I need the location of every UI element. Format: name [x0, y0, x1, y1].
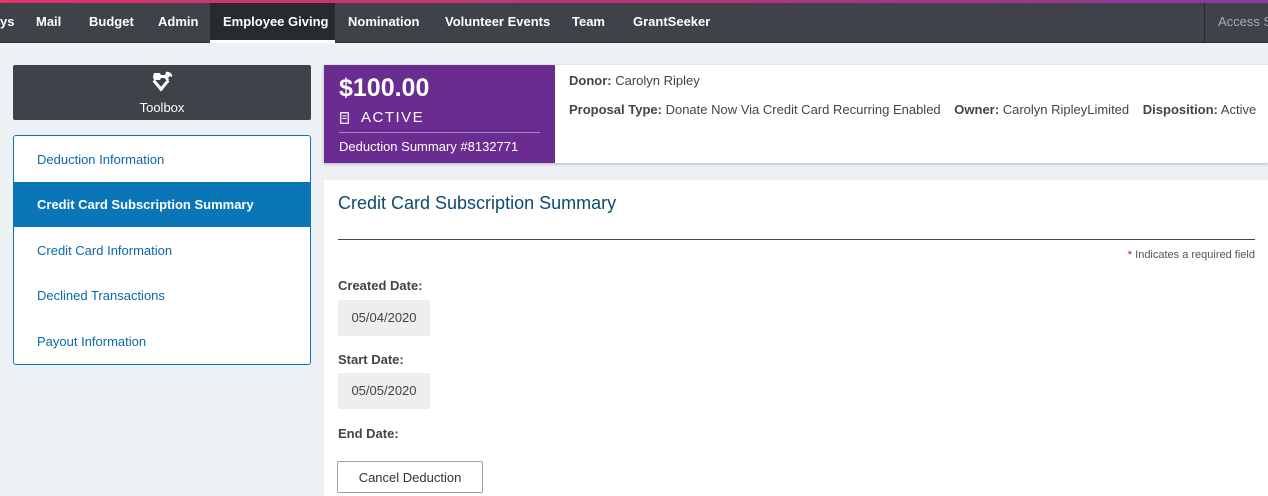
required-field-note: * Indicates a required field: [1128, 249, 1255, 261]
amount-divider: [339, 132, 540, 133]
start-date-label: Start Date:: [338, 352, 404, 367]
created-date-value: 05/04/2020: [338, 300, 430, 336]
side-navigation: Deduction Information Credit Card Subscr…: [13, 135, 311, 365]
proposal-info-line: Proposal Type: Donate Now Via Credit Car…: [569, 102, 1256, 117]
owner-value: Carolyn RipleyLimited: [1002, 102, 1130, 117]
side-item-credit-card-subscription-summary[interactable]: Credit Card Subscription Summary: [14, 182, 310, 227]
nav-item-grantseeker[interactable]: GrantSeeker: [620, 3, 723, 43]
donor-label: Donor:: [569, 73, 612, 88]
status-badge: ACTIVE: [361, 109, 425, 126]
side-item-credit-card-information[interactable]: Credit Card Information: [14, 228, 310, 273]
subscription-summary-panel: Credit Card Subscription Summary * Indic…: [324, 180, 1268, 496]
end-date-label: End Date:: [338, 426, 399, 441]
side-item-declined-transactions[interactable]: Declined Transactions: [14, 273, 310, 318]
cancel-deduction-button[interactable]: Cancel Deduction: [337, 461, 483, 493]
start-date-value: 05/05/2020: [338, 373, 430, 409]
side-item-deduction-information[interactable]: Deduction Information: [14, 137, 310, 182]
donor-value: Carolyn Ripley: [615, 73, 700, 88]
toolbox-label: Toolbox: [139, 100, 185, 115]
tools-icon: [152, 71, 173, 92]
nav-item-budget[interactable]: Budget: [76, 3, 147, 43]
nav-item-employee-giving[interactable]: Employee Giving: [210, 3, 335, 43]
top-navigation: ys Mail Budget Admin Employee Giving Nom…: [0, 3, 1268, 43]
required-star: *: [1127, 249, 1133, 261]
donor-line: Donor: Carolyn Ripley: [569, 73, 700, 88]
side-item-payout-information[interactable]: Payout Information: [14, 319, 310, 364]
nav-item-admin[interactable]: Admin: [145, 3, 211, 43]
required-note-text: Indicates a required field: [1135, 249, 1255, 261]
nav-item-mail[interactable]: Mail: [23, 3, 74, 43]
access-menu[interactable]: Access S: [1204, 3, 1268, 43]
deduction-summary-card: $100.00 ACTIVE Deduction Summary #813277…: [324, 65, 1268, 163]
document-icon: [340, 112, 349, 124]
deduction-amount: $100.00: [339, 74, 430, 102]
toolbox-button[interactable]: Toolbox: [13, 65, 311, 120]
title-divider: [338, 239, 1255, 240]
proposal-type-value: Donate Now Via Credit Card Recurring Ena…: [665, 102, 941, 117]
disposition-label: Disposition:: [1142, 102, 1218, 117]
nav-item-volunteer-events[interactable]: Volunteer Events: [432, 3, 563, 43]
nav-item-team[interactable]: Team: [559, 3, 618, 43]
nav-item-nomination[interactable]: Nomination: [335, 3, 433, 43]
created-date-label: Created Date:: [338, 278, 423, 293]
proposal-type-label: Proposal Type:: [569, 102, 662, 117]
deduction-summary-id: Deduction Summary #8132771: [339, 139, 519, 154]
page-title: Credit Card Subscription Summary: [338, 193, 617, 213]
amount-box: $100.00 ACTIVE Deduction Summary #813277…: [324, 65, 555, 163]
owner-label: Owner:: [954, 102, 1000, 117]
disposition-value: Active: [1220, 102, 1257, 117]
